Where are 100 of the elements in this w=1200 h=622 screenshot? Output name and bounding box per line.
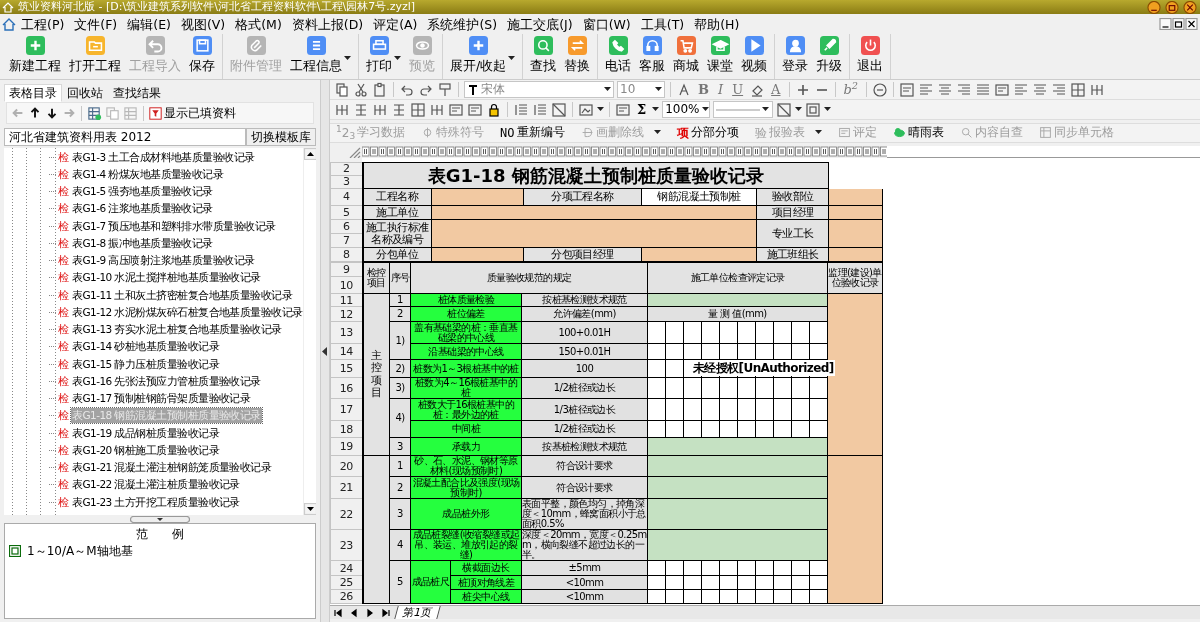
- library-field[interactable]: 河北省建筑资料用表 2012: [4, 128, 246, 147]
- font-color-button[interactable]: A: [768, 83, 784, 96]
- menu-item[interactable]: 工程(P): [16, 16, 70, 32]
- scroll-down-icon[interactable]: [304, 503, 316, 516]
- filter-button[interactable]: 显示已填资料: [149, 106, 236, 121]
- panel-tab[interactable]: 表格目录: [4, 84, 62, 103]
- tree-item[interactable]: 表G1-13 夯实水泥土桩复合地基质量验收记录: [71, 322, 283, 337]
- tree-item[interactable]: 表G1-7 预压地基和塑料排水带质量验收记录: [71, 218, 277, 234]
- tree-item[interactable]: 表G1-10 水泥土搅拌桩地基质量验收记录: [71, 270, 262, 286]
- underline-button[interactable]: U: [729, 83, 747, 96]
- caret-icon[interactable]: [508, 56, 516, 61]
- tree-item[interactable]: 表G1-17 预制桩钢筋骨架质量验收记录: [71, 391, 252, 406]
- caret-icon[interactable]: [597, 107, 604, 112]
- caret-icon[interactable]: [701, 107, 709, 112]
- corner-cell[interactable]: [330, 146, 362, 158]
- toolbar-button[interactable]: 展开/收起: [447, 34, 519, 73]
- menu-item[interactable]: 文件(F): [69, 16, 123, 32]
- caret-icon[interactable]: [795, 107, 803, 112]
- toolbar-button[interactable]: 升级: [813, 34, 846, 73]
- toolbar-button[interactable]: 打开工程: [66, 34, 124, 73]
- caret-icon[interactable]: [604, 87, 611, 92]
- panel-tab[interactable]: 回收站: [62, 84, 108, 103]
- splitter-handle[interactable]: [130, 515, 190, 523]
- tree-item[interactable]: 表G1-22 混凝土灌注桩质量验收记录: [71, 477, 241, 493]
- caret-icon[interactable]: [344, 56, 351, 61]
- menu-item[interactable]: 编辑(E): [122, 16, 176, 32]
- toolbar-button[interactable]: 退出: [854, 34, 887, 73]
- frame-icon[interactable]: [994, 81, 1011, 98]
- first-icon[interactable]: [332, 607, 344, 618]
- tree-item[interactable]: 表G1-9 高压喷射注浆地基质量验收记录: [71, 253, 256, 268]
- font-dropdown[interactable]: 宋体: [464, 81, 614, 98]
- border-icon[interactable]: [805, 101, 822, 118]
- toolbar-button[interactable]: 课堂: [704, 34, 737, 73]
- bold-button[interactable]: B: [695, 83, 712, 96]
- diagonal-icon[interactable]: [776, 101, 793, 118]
- down-arrow-icon[interactable]: [45, 106, 59, 121]
- last-icon[interactable]: [380, 607, 392, 618]
- sheet-tab[interactable]: 第1页: [394, 606, 441, 619]
- menu-item[interactable]: 视图(V): [175, 16, 231, 32]
- tree-item[interactable]: 表G1-6 注浆地基质量验收记录: [71, 201, 214, 217]
- circle-icon[interactable]: [872, 81, 889, 98]
- grid-icon[interactable]: [1070, 81, 1087, 98]
- toolbar-button[interactable]: 视频: [738, 34, 771, 73]
- caret-icon[interactable]: [762, 107, 770, 112]
- close-icon[interactable]: [1185, 18, 1198, 30]
- rows-icon[interactable]: [391, 101, 407, 118]
- add-table-icon[interactable]: [87, 105, 102, 121]
- copy-icon[interactable]: [334, 81, 350, 98]
- menu-item[interactable]: 格式(M): [230, 16, 287, 32]
- input-cell[interactable]: [647, 498, 828, 530]
- scroll-up-icon[interactable]: [304, 148, 316, 161]
- tree-item[interactable]: 表G1-19 成品钢桩质量验收记录: [71, 425, 220, 441]
- restore-icon[interactable]: [1172, 18, 1185, 30]
- minimize-icon[interactable]: [1146, 0, 1162, 14]
- line-spacing-icon[interactable]: [513, 101, 529, 118]
- caret-icon[interactable]: [655, 87, 662, 92]
- italic-button[interactable]: I: [715, 83, 727, 96]
- tree-item[interactable]: 表G1-15 静力压桩质量验收记录: [71, 356, 220, 372]
- paste-icon[interactable]: [372, 81, 388, 98]
- lock-icon[interactable]: [486, 101, 502, 118]
- toolbar-button[interactable]: 电话: [602, 34, 635, 73]
- tree-item[interactable]: 表G1-12 水泥粉煤灰碎石桩复合地基质量验收记录: [71, 304, 304, 320]
- input-cell[interactable]: [647, 476, 828, 499]
- toolbar-button[interactable]: 客服: [636, 34, 669, 73]
- home-icon[interactable]: [2, 17, 16, 31]
- caret-icon[interactable]: [394, 56, 401, 61]
- menu-item[interactable]: 系统维护(S): [422, 16, 503, 32]
- tree-item[interactable]: 表G1-4 粉煤灰地基质量验收记录: [71, 166, 225, 182]
- toolbar-button[interactable]: 查找: [527, 34, 560, 73]
- frame-icon[interactable]: [448, 101, 464, 118]
- line-spacing-icon[interactable]: [532, 101, 548, 118]
- toolbar-button[interactable]: 新建工程: [6, 34, 64, 73]
- tree-item[interactable]: 表G1-3 土工合成材料地基质量验收记录: [71, 149, 256, 165]
- wrap-text-icon[interactable]: [899, 81, 916, 98]
- input-cell[interactable]: [431, 219, 757, 248]
- menu-item[interactable]: 施工交底(J): [502, 16, 578, 32]
- toolbar-button[interactable]: 工程信息: [287, 34, 354, 73]
- brush-icon[interactable]: [437, 81, 453, 98]
- scissors-icon[interactable]: [353, 81, 369, 98]
- grid-icon[interactable]: [410, 101, 426, 118]
- frame-icon[interactable]: [615, 101, 631, 118]
- menu-item[interactable]: 资料上报(D): [286, 16, 369, 32]
- rows-icon[interactable]: [353, 101, 369, 118]
- caret-icon[interactable]: [652, 107, 660, 112]
- caret-icon[interactable]: [824, 107, 832, 112]
- menu-item[interactable]: 工具(T): [635, 16, 690, 32]
- panel-tab[interactable]: 查找结果: [108, 84, 166, 103]
- tree-item[interactable]: 表G1-23 土方开挖工程质量验收记录: [71, 494, 241, 510]
- toolbar-button[interactable]: 替换: [561, 34, 594, 73]
- menu-item[interactable]: 窗口(W): [577, 16, 636, 32]
- command-button[interactable]: 晴雨表: [892, 126, 944, 140]
- toolbar-button[interactable]: 商城: [670, 34, 703, 73]
- tree-item[interactable]: 表G1-11 土和灰土挤密桩复合地基质量验收记录: [71, 287, 294, 303]
- input-cell[interactable]: [647, 529, 828, 561]
- menu-item[interactable]: 评定(A): [368, 16, 423, 32]
- tree-item[interactable]: 表G1-14 砂桩地基质量验收记录: [71, 339, 220, 355]
- diagonal-icon[interactable]: [551, 101, 567, 118]
- tree-item[interactable]: 表G1-16 先张法预应力管桩质量验收记录: [71, 373, 262, 389]
- toolbar-button[interactable]: 登录: [779, 34, 812, 73]
- toolbar-button[interactable]: 打印: [363, 34, 404, 73]
